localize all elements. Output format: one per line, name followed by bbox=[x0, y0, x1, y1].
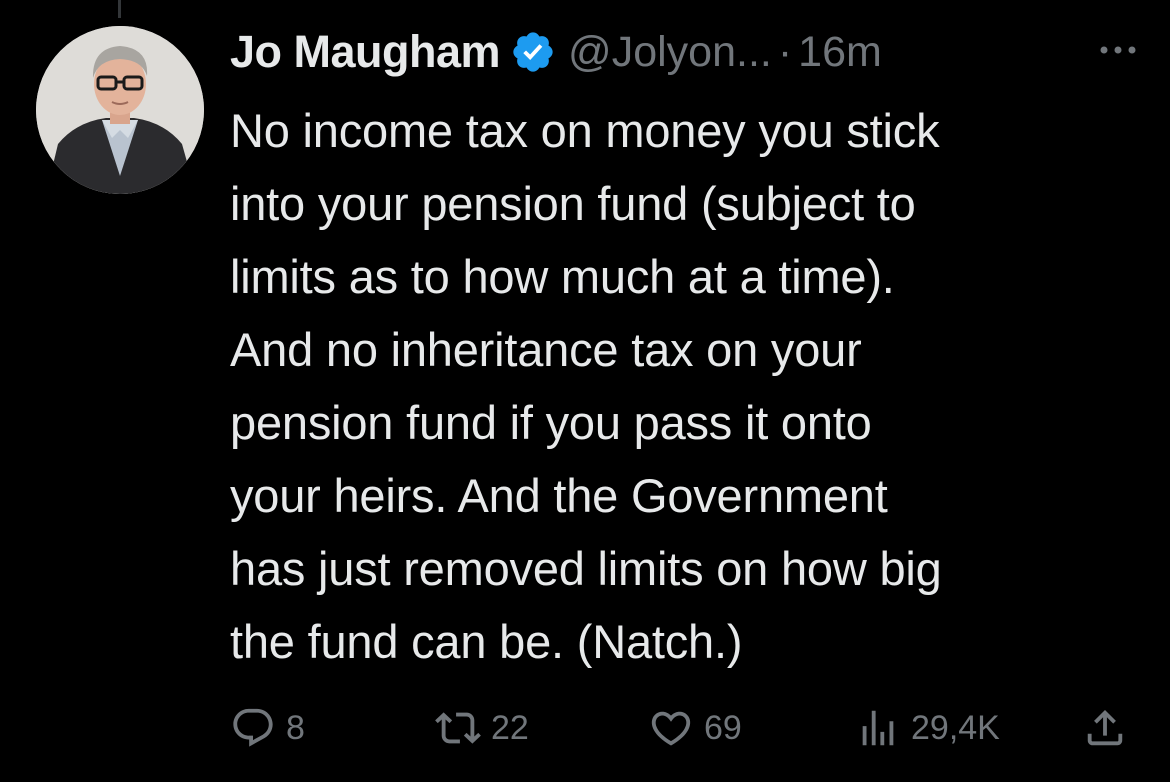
views-icon bbox=[862, 710, 894, 746]
retweet-count: 22 bbox=[491, 708, 529, 747]
more-icon[interactable] bbox=[1096, 38, 1140, 62]
tweet-header: Jo Maugham @Jolyon... · 16m bbox=[230, 20, 1140, 84]
tweet-text-line: your heirs. And the Government bbox=[230, 469, 888, 522]
heart-icon bbox=[651, 711, 691, 746]
share-icon bbox=[1087, 709, 1123, 746]
thread-connector-line bbox=[118, 0, 121, 18]
like-button[interactable]: 69 bbox=[648, 700, 742, 756]
reply-button[interactable]: 8 bbox=[230, 700, 305, 756]
reply-count: 8 bbox=[286, 708, 305, 747]
avatar-photo bbox=[36, 26, 204, 194]
verified-badge-icon bbox=[510, 29, 556, 75]
tweet-text-line: pension fund if you pass it onto bbox=[230, 396, 872, 449]
author-name[interactable]: Jo Maugham bbox=[230, 26, 501, 78]
tweet-text-line: limits as to how much at a time). bbox=[230, 250, 895, 303]
avatar[interactable] bbox=[36, 26, 204, 194]
like-count: 69 bbox=[704, 708, 742, 747]
author-handle[interactable]: @Jolyon... bbox=[568, 28, 772, 77]
tweet-text: No income tax on money you stick into yo… bbox=[230, 94, 1140, 678]
view-count: 29,4K bbox=[911, 708, 1000, 747]
tweet-text-line: No income tax on money you stick bbox=[230, 104, 940, 157]
tweet-timestamp[interactable]: 16m bbox=[798, 28, 882, 77]
header-separator: · bbox=[777, 27, 793, 76]
tweet-text-line: into your pension fund (subject to bbox=[230, 177, 916, 230]
tweet-text-line: the fund can be. (Natch.) bbox=[230, 615, 743, 668]
retweet-button[interactable]: 22 bbox=[435, 700, 529, 756]
tweet-text-line: And no inheritance tax on your bbox=[230, 323, 862, 376]
tweet-text-line: has just removed limits on how big bbox=[230, 542, 942, 595]
reply-icon bbox=[233, 708, 273, 747]
tweet-actions: 8 22 69 29,4K bbox=[230, 700, 1130, 756]
share-button[interactable] bbox=[1082, 700, 1128, 756]
views-button[interactable]: 29,4K bbox=[855, 700, 1000, 756]
retweet-icon bbox=[435, 712, 481, 744]
